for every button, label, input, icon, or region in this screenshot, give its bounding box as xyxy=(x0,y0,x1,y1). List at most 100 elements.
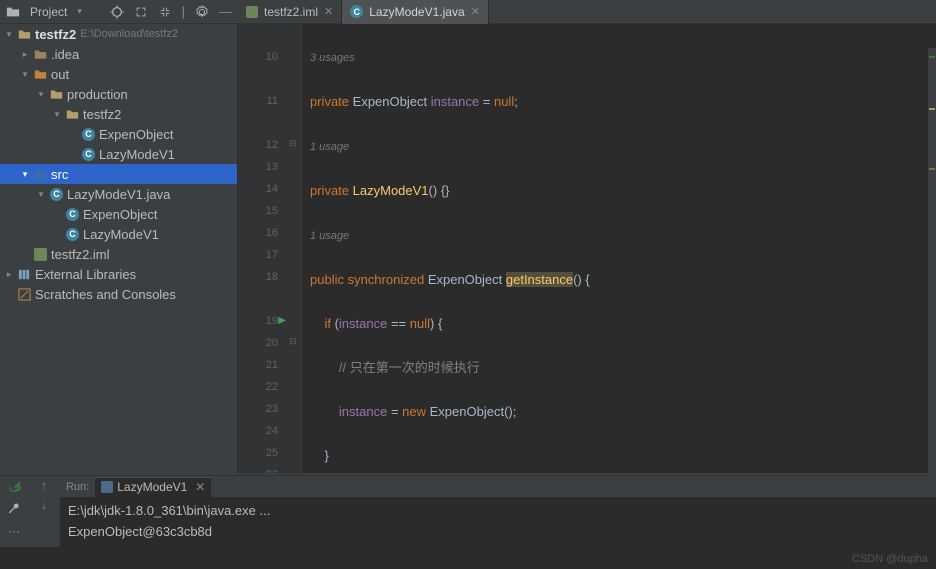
run-side-toolbar2: ↑ ↓ xyxy=(28,476,60,547)
tree-lazyfile[interactable]: ▾ C LazyModeV1.java xyxy=(0,184,237,204)
close-icon[interactable]: ✕ xyxy=(195,480,205,494)
code-editor[interactable]: 10 11 12 13 14 15 16 17 18 19▶ 20 21 22 … xyxy=(238,24,936,473)
line-number: 16 xyxy=(238,222,278,244)
folder-icon xyxy=(34,48,47,61)
tree-production[interactable]: ▾ production xyxy=(0,84,237,104)
console-line: ExpenObject@63c3cb8d xyxy=(68,524,212,539)
class-icon: C xyxy=(66,208,79,221)
class-icon: C xyxy=(50,188,63,201)
marker[interactable] xyxy=(929,168,935,170)
tree-label: LazyModeV1.java xyxy=(67,187,170,202)
up-icon[interactable]: ↑ xyxy=(41,480,47,492)
hide-icon[interactable]: — xyxy=(219,4,232,19)
project-icon xyxy=(6,5,20,19)
run-tab[interactable]: LazyModeV1 ✕ xyxy=(95,477,211,497)
scratch-icon xyxy=(18,288,31,301)
class-icon: C xyxy=(82,128,95,141)
tree-label: testfz2 xyxy=(35,27,76,42)
chevron-right-icon[interactable]: ▸ xyxy=(4,269,14,280)
tree-label: production xyxy=(67,87,128,102)
run-config-icon xyxy=(101,481,113,493)
inlay-hint: 1 usage xyxy=(310,230,349,242)
run-tab-label: LazyModeV1 xyxy=(117,480,187,494)
tree-label: Scratches and Consoles xyxy=(35,287,176,302)
highlighted-method: getInstance xyxy=(506,272,573,287)
comment: // 只在第一次的时候执行 xyxy=(339,360,480,375)
down-icon[interactable]: ↓ xyxy=(41,500,47,512)
tree-label: .idea xyxy=(51,47,79,62)
tree-lazy[interactable]: C LazyModeV1 xyxy=(0,144,237,164)
expand-icon[interactable] xyxy=(134,5,148,19)
project-label: Project xyxy=(30,5,67,19)
chevron-down-icon[interactable]: ▾ xyxy=(20,169,30,180)
line-number: 18 xyxy=(238,266,278,288)
wrench-icon[interactable] xyxy=(7,502,21,516)
close-icon[interactable]: ✕ xyxy=(324,5,333,18)
folder-icon xyxy=(34,68,47,81)
gutter: 10 11 12 13 14 15 16 17 18 19▶ 20 21 22 … xyxy=(238,24,286,473)
line-number: 22 xyxy=(238,376,278,398)
locate-icon[interactable] xyxy=(110,5,124,19)
tree-testfz2[interactable]: ▾ testfz2 xyxy=(0,104,237,124)
tree-expen[interactable]: C ExpenObject xyxy=(0,124,237,144)
tree-label: out xyxy=(51,67,69,82)
run-tabs: Run: LazyModeV1 ✕ xyxy=(60,476,936,497)
tree-lazy2[interactable]: C LazyModeV1 xyxy=(0,224,237,244)
more-icon[interactable]: ⋯ xyxy=(8,524,21,540)
project-toolbar: Project ▾ | — xyxy=(0,0,238,24)
settings-icon[interactable] xyxy=(195,5,209,19)
module-file-icon xyxy=(246,6,258,18)
line-number: 17 xyxy=(238,244,278,266)
tree-label: src xyxy=(51,167,68,182)
fold-column: ⊟ ⊟ xyxy=(286,24,302,473)
folder-icon xyxy=(66,108,79,121)
run-side-toolbar: ⋯ xyxy=(0,476,28,547)
rerun-icon[interactable] xyxy=(7,480,21,494)
line-number: 12 xyxy=(238,134,278,156)
class-icon: C xyxy=(82,148,95,161)
console-output[interactable]: E:\jdk\jdk-1.8.0_361\bin\java.exe ... Ex… xyxy=(60,497,936,547)
tree-root[interactable]: ▾ testfz2 E:\Download\testfz2 xyxy=(0,24,237,44)
marker[interactable] xyxy=(929,56,935,58)
watermark: CSDN @dupha xyxy=(852,553,928,565)
line-number: 14 xyxy=(238,178,278,200)
collapse-icon[interactable] xyxy=(158,5,172,19)
tab-java[interactable]: C LazyModeV1.java ✕ xyxy=(342,0,489,24)
line-number: 11 xyxy=(238,90,278,112)
line-number: 13 xyxy=(238,156,278,178)
run-label: Run: xyxy=(62,481,95,493)
tree-src[interactable]: ▾ src xyxy=(0,164,237,184)
line-number: 19 xyxy=(266,315,278,327)
fold-icon[interactable]: ⊟ xyxy=(289,336,297,347)
chevron-down-icon[interactable]: ▾ xyxy=(20,69,30,80)
run-panel: ⋯ ↑ ↓ Run: LazyModeV1 ✕ E:\jdk\jdk-1.8.0… xyxy=(0,475,936,547)
console-line: E:\jdk\jdk-1.8.0_361\bin\java.exe ... xyxy=(68,503,270,518)
chevron-down-icon[interactable]: ▾ xyxy=(36,89,46,100)
tree-out[interactable]: ▾ out xyxy=(0,64,237,84)
tree-idea[interactable]: ▸ .idea xyxy=(0,44,237,64)
line-number: 21 xyxy=(238,354,278,376)
marker[interactable] xyxy=(929,108,935,110)
tree-iml[interactable]: testfz2.iml xyxy=(0,244,237,264)
chevron-down-icon[interactable]: ▾ xyxy=(4,29,14,40)
tree-scratches[interactable]: Scratches and Consoles xyxy=(0,284,237,304)
chevron-down-icon[interactable]: ▾ xyxy=(52,109,62,120)
marker-stripe xyxy=(928,48,936,497)
dropdown-icon[interactable]: ▾ xyxy=(77,6,82,17)
chevron-right-icon[interactable]: ▸ xyxy=(20,49,30,60)
editor-tabs-bar: testfz2.iml ✕ C LazyModeV1.java ✕ xyxy=(238,0,936,24)
run-gutter-icon[interactable]: ▶ xyxy=(278,310,286,332)
tab-iml[interactable]: testfz2.iml ✕ xyxy=(238,0,342,24)
library-icon xyxy=(18,268,31,281)
project-tree: ▾ testfz2 E:\Download\testfz2 ▸ .idea ▾ … xyxy=(0,24,238,473)
fold-icon[interactable]: ⊟ xyxy=(289,138,297,149)
tree-external[interactable]: ▸ External Libraries xyxy=(0,264,237,284)
tree-label: testfz2.iml xyxy=(51,247,110,262)
close-icon[interactable]: ✕ xyxy=(471,5,480,18)
tree-label: LazyModeV1 xyxy=(83,227,159,242)
code-content[interactable]: 3 usages private ExpenObject instance = … xyxy=(302,24,936,473)
line-number: 20 xyxy=(238,332,278,354)
tree-expen2[interactable]: C ExpenObject xyxy=(0,204,237,224)
line-number: 10 xyxy=(238,46,278,68)
chevron-down-icon[interactable]: ▾ xyxy=(36,189,46,200)
